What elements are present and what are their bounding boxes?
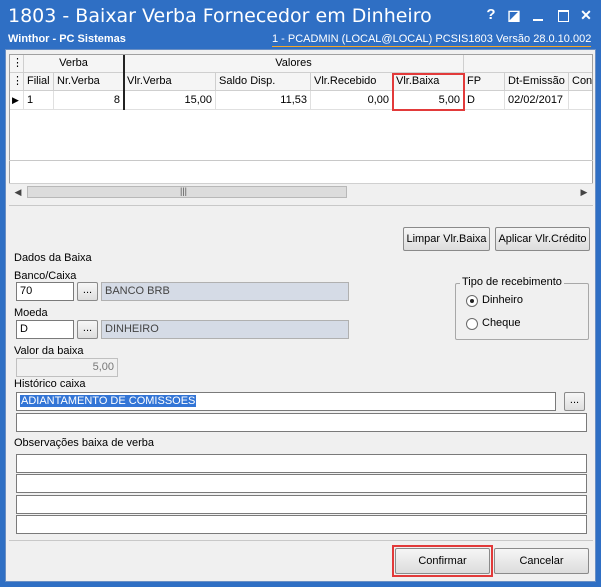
close-button[interactable]: ✕ — [578, 7, 594, 23]
col-nr-verba[interactable]: Nr.Verba — [54, 73, 124, 91]
client-area: ⋮ Verba Valores ⋮ Filial Nr.Verba Vlr.Ve… — [5, 49, 596, 582]
cell-fp[interactable]: D — [464, 91, 505, 110]
info-bar: Winthor - PC Sistemas 1 - PCADMIN (LOCAL… — [0, 32, 601, 48]
obs-line-2[interactable] — [16, 474, 587, 493]
col-vlr-verba[interactable]: Vlr.Verba — [124, 73, 216, 91]
table-row[interactable]: ▶ 1 8 15,00 11,53 0,00 5,00 D 02/02/2017 — [10, 91, 592, 110]
minimize-button[interactable] — [530, 7, 546, 23]
col-dt-emissao[interactable]: Dt-Emissão — [505, 73, 569, 91]
obs-line-3[interactable] — [16, 495, 587, 514]
grid-footer-line — [9, 160, 593, 161]
cell-dt-emissao[interactable]: 02/02/2017 — [505, 91, 569, 110]
radio-dinheiro[interactable] — [466, 295, 478, 307]
col-cont[interactable]: Cont — [569, 73, 592, 91]
obs-line-1[interactable] — [16, 454, 587, 473]
group-header-valores: Valores — [124, 55, 464, 73]
window-title: 1803 - Baixar Verba Fornecedor em Dinhei… — [8, 5, 432, 27]
valor-baixa-field: 5,00 — [16, 358, 118, 377]
bottom-separator — [9, 540, 593, 541]
moeda-code-input[interactable]: D — [16, 320, 74, 339]
radio-cheque-label[interactable]: Cheque — [482, 317, 521, 329]
moeda-name-field: DINHEIRO — [101, 320, 349, 339]
valor-label: Valor da baixa — [14, 345, 84, 357]
tipo-recebimento-title: Tipo de recebimento — [460, 276, 564, 288]
grid-menu-icon[interactable]: ⋮ — [10, 55, 24, 73]
col-fp[interactable]: FP — [464, 73, 505, 91]
historico-input[interactable]: ADIANTAMENTO DE COMISSOES — [16, 392, 556, 411]
frozen-column-divider — [123, 55, 125, 110]
obs-line-4[interactable] — [16, 515, 587, 534]
verba-grid[interactable]: ⋮ Verba Valores ⋮ Filial Nr.Verba Vlr.Ve… — [9, 54, 593, 200]
scroll-right-icon[interactable]: ▶ — [577, 186, 591, 198]
cancelar-button[interactable]: Cancelar — [494, 548, 589, 574]
historico-search-button[interactable]: ... — [564, 392, 585, 411]
historico-line-2[interactable] — [16, 413, 587, 432]
scroll-thumb[interactable]: ||| — [27, 186, 347, 198]
grid-menu-icon-2[interactable]: ⋮ — [10, 73, 24, 91]
cell-cont[interactable] — [569, 91, 592, 110]
obs-label: Observações baixa de verba — [14, 437, 155, 449]
cell-vlr-recebido[interactable]: 0,00 — [311, 91, 393, 110]
banco-code-input[interactable]: 70 — [16, 282, 74, 301]
grid-group-header: ⋮ Verba Valores — [10, 55, 592, 73]
cell-nr-verba[interactable]: 8 — [54, 91, 124, 110]
col-vlr-recebido[interactable]: Vlr.Recebido — [311, 73, 393, 91]
scroll-grip-icon: ||| — [180, 186, 188, 196]
banco-label: Banco/Caixa — [14, 270, 77, 282]
row-indicator-icon: ▶ — [10, 91, 24, 110]
scroll-left-icon[interactable]: ◀ — [11, 186, 25, 198]
highlight-vlr-baixa — [392, 73, 465, 111]
maximize-button[interactable] — [555, 7, 571, 23]
separator-line — [9, 205, 593, 206]
group-header-verba: Verba — [24, 55, 124, 73]
radio-cheque[interactable] — [466, 318, 478, 330]
cell-saldo-disp[interactable]: 11,53 — [216, 91, 311, 110]
edit-icon[interactable]: ◪ — [506, 7, 522, 23]
historico-label: Histórico caixa — [14, 378, 86, 390]
aplicar-vlr-credito-button[interactable]: Aplicar Vlr.Crédito — [495, 227, 590, 251]
col-saldo-disp[interactable]: Saldo Disp. — [216, 73, 311, 91]
cell-filial[interactable]: 1 — [24, 91, 54, 110]
banco-search-button[interactable]: ... — [77, 282, 98, 301]
limpar-vlr-baixa-button[interactable]: Limpar Vlr.Baixa — [403, 227, 490, 251]
moeda-search-button[interactable]: ... — [77, 320, 98, 339]
tipo-recebimento-group: Tipo de recebimento Dinheiro Cheque — [455, 276, 589, 340]
section-title: Dados da Baixa — [14, 252, 92, 264]
cell-vlr-verba[interactable]: 15,00 — [124, 91, 216, 110]
session-info: 1 - PCADMIN (LOCAL@LOCAL) PCSIS1803 Vers… — [272, 33, 592, 47]
grid-column-header: ⋮ Filial Nr.Verba Vlr.Verba Saldo Disp. … — [10, 73, 592, 91]
col-filial[interactable]: Filial — [24, 73, 54, 91]
moeda-label: Moeda — [14, 307, 48, 319]
historico-value: ADIANTAMENTO DE COMISSOES — [20, 395, 197, 407]
radio-dinheiro-label[interactable]: Dinheiro — [482, 294, 523, 306]
banco-name-field: BANCO BRB — [101, 282, 349, 301]
app-window: 1803 - Baixar Verba Fornecedor em Dinhei… — [0, 0, 601, 587]
highlight-confirmar — [392, 545, 493, 577]
title-bar: 1803 - Baixar Verba Fornecedor em Dinhei… — [0, 0, 601, 32]
company-name: Winthor - PC Sistemas — [8, 33, 126, 45]
help-icon[interactable]: ? — [483, 7, 499, 23]
group-header-empty — [464, 55, 592, 73]
horizontal-scrollbar[interactable]: ◀ ||| ▶ — [9, 183, 593, 200]
